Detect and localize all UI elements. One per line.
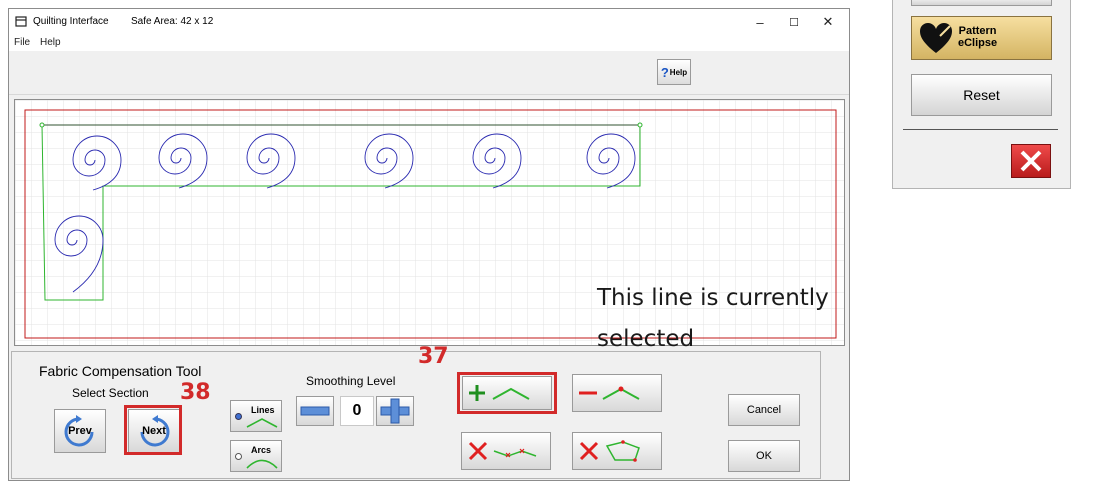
- ok-button[interactable]: OK: [728, 440, 800, 472]
- smoothing-value: 0: [340, 396, 374, 426]
- side-close-button[interactable]: [1011, 144, 1051, 178]
- title-bar: Quilting Interface Safe Area: 42 x 12 – …: [9, 9, 849, 35]
- menu-file[interactable]: File: [14, 37, 30, 48]
- select-section-label: Select Section: [72, 386, 149, 400]
- pattern-eclipse-button[interactable]: Pattern eClipse: [911, 16, 1052, 60]
- lines-radio-dot: [235, 413, 242, 420]
- callout-37: 37: [418, 344, 449, 369]
- fabric-compensation-panel: Fabric Compensation Tool Select Section …: [11, 344, 821, 479]
- cancel-button[interactable]: Cancel: [728, 394, 800, 426]
- menu-help[interactable]: Help: [40, 37, 61, 48]
- next-highlight-box: [124, 405, 182, 455]
- smoothing-decrease-button[interactable]: [296, 396, 334, 426]
- side-divider: [903, 129, 1058, 130]
- delete-shape-icon: [579, 440, 640, 462]
- minimize-button[interactable]: –: [743, 9, 777, 35]
- smoothing-increase-button[interactable]: [376, 396, 414, 426]
- remove-point-icon: [579, 386, 640, 400]
- prev-button[interactable]: Prev: [54, 409, 106, 453]
- pattern-line1: Pattern: [958, 25, 997, 37]
- help-button-label: Help: [669, 67, 688, 77]
- close-x-icon: [1020, 150, 1042, 172]
- lines-label: Lines: [251, 405, 275, 415]
- side-panel: Pattern eClipse Reset: [892, 0, 1071, 189]
- side-top-button[interactable]: [911, 0, 1052, 6]
- safe-area-label: Safe Area: 42 x 12: [131, 16, 214, 27]
- minus-icon: [300, 406, 330, 416]
- pattern-line2: eClipse: [958, 37, 998, 49]
- selection-annotation: This line is currently selected: [597, 285, 829, 352]
- help-icon: ?: [660, 64, 669, 80]
- arcs-label: Arcs: [251, 445, 272, 455]
- arcs-icon: [246, 459, 278, 469]
- toolbar: ? Help: [9, 51, 849, 95]
- delete-shape-button[interactable]: [572, 432, 662, 470]
- outline-node: [637, 122, 643, 128]
- smoothing-level-label: Smoothing Level: [306, 374, 396, 388]
- arcs-radio-button[interactable]: Arcs: [230, 440, 282, 472]
- app-icon: [15, 16, 27, 27]
- delete-segment-button[interactable]: [461, 432, 551, 470]
- menu-bar: File Help: [9, 35, 849, 51]
- remove-point-button[interactable]: [572, 374, 662, 412]
- lines-icon: [246, 418, 278, 428]
- pattern-eclipse-label: Pattern eClipse: [958, 25, 997, 49]
- delete-segment-icon: [468, 441, 537, 461]
- add-point-highlight-box: [457, 372, 557, 414]
- arcs-radio-dot: [235, 453, 242, 460]
- maximize-button[interactable]: ☐: [777, 9, 811, 35]
- quilting-window: Quilting Interface Safe Area: 42 x 12 – …: [8, 8, 850, 481]
- reset-button[interactable]: Reset: [911, 74, 1052, 116]
- plus-icon: [380, 398, 410, 424]
- help-button[interactable]: ? Help: [657, 59, 691, 85]
- close-window-button[interactable]: ✕: [811, 9, 845, 35]
- design-canvas[interactable]: This line is currently selected: [14, 99, 845, 352]
- prev-label: Prev: [68, 425, 92, 437]
- heart-icon: [920, 23, 952, 53]
- callout-38: 38: [180, 380, 211, 405]
- window-title: Quilting Interface: [33, 16, 109, 27]
- outline-node: [39, 122, 45, 128]
- panel-title: Fabric Compensation Tool: [39, 363, 202, 379]
- lines-radio-button[interactable]: Lines: [230, 400, 282, 432]
